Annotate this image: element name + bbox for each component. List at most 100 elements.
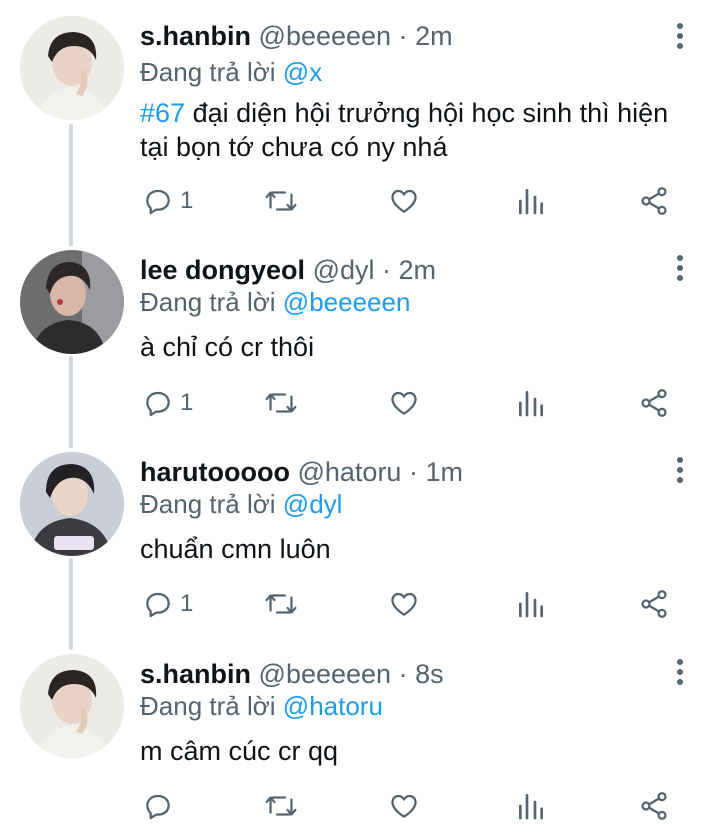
reply-item[interactable]: s.hanbin @beeeeen · 2m Đang trả lời @x #… (0, 0, 720, 240)
reply-count: 1 (180, 187, 194, 214)
replying-to-label: Đang trả lời (140, 287, 276, 317)
timestamp[interactable]: · 1m (409, 457, 463, 487)
share-icon (641, 389, 667, 417)
replying-to: Đang trả lời @beeeeen (140, 284, 410, 320)
reply-text: #67 đại diện hội trưởng hội học sinh thì… (140, 96, 700, 164)
mention-link[interactable]: @beeeeen (283, 287, 411, 317)
avatar[interactable] (20, 452, 124, 556)
more-options-icon[interactable] (668, 250, 692, 286)
like-button[interactable] (388, 584, 420, 624)
reply-text-content: à chỉ có cr thôi (140, 332, 315, 362)
hashtag-link[interactable]: #67 (140, 98, 185, 128)
reply-text: m câm cúc cr qq (140, 734, 700, 768)
replying-to-label: Đang trả lời (140, 57, 276, 87)
reply-text: chuẩn cmn luôn (140, 532, 700, 566)
analytics-button[interactable] (516, 181, 546, 221)
reply-header: harutooooo @hatoru · 1m (140, 454, 660, 490)
timestamp[interactable]: · 8s (399, 659, 444, 689)
heart-icon (391, 592, 417, 616)
avatar-photo-icon (20, 654, 124, 758)
like-button[interactable] (388, 383, 420, 423)
reply-item[interactable]: lee dongyeol @dyl · 2m Đang trả lời @bee… (0, 246, 720, 450)
reply-icon (146, 189, 170, 215)
analytics-button[interactable] (516, 584, 546, 624)
analytics-icon (519, 189, 544, 215)
like-button[interactable] (388, 181, 420, 221)
retweet-icon (265, 191, 297, 211)
replying-to: Đang trả lời @x (140, 54, 322, 90)
avatar[interactable] (20, 654, 124, 758)
share-icon (641, 792, 667, 820)
analytics-icon (519, 391, 544, 417)
author-handle[interactable]: @dyl (313, 255, 375, 285)
timestamp[interactable]: · 2m (382, 255, 436, 285)
mention-link[interactable]: @hatoru (283, 691, 383, 721)
author-handle[interactable]: @beeeeen (259, 659, 392, 689)
author-handle[interactable]: @beeeeen (259, 21, 392, 51)
retweet-icon (265, 594, 297, 614)
replying-to-label: Đang trả lời (140, 691, 276, 721)
analytics-icon (519, 592, 544, 618)
retweet-button[interactable] (264, 584, 298, 624)
more-options-icon[interactable] (668, 654, 692, 690)
action-bar: 1 (140, 584, 700, 624)
share-button[interactable] (638, 181, 670, 221)
replying-to-label: Đang trả lời (140, 489, 276, 519)
action-bar: 1 (140, 383, 700, 423)
timestamp[interactable]: · 2m (399, 21, 453, 51)
analytics-icon (519, 794, 544, 820)
reply-icon (146, 592, 170, 618)
author-name[interactable]: lee dongyeol (140, 255, 305, 285)
share-button[interactable] (638, 383, 670, 423)
mention-link[interactable]: @x (283, 57, 322, 87)
reply-text-content: m câm cúc cr qq (140, 736, 339, 766)
avatar-photo-icon (20, 452, 124, 556)
reply-icon (146, 794, 170, 820)
replying-to: Đang trả lời @hatoru (140, 688, 383, 724)
like-button[interactable] (388, 786, 420, 826)
reply-header: s.hanbin @beeeeen · 8s (140, 656, 660, 692)
heart-icon (391, 189, 417, 213)
author-name[interactable]: harutooooo (140, 457, 290, 487)
share-button[interactable] (638, 584, 670, 624)
reply-button[interactable]: 1 (142, 383, 193, 423)
reply-thread: s.hanbin @beeeeen · 2m Đang trả lời @x #… (0, 0, 720, 839)
more-options-icon[interactable] (668, 18, 692, 54)
reply-header: s.hanbin @beeeeen · 2m (140, 18, 660, 54)
reply-text-content: chuẩn cmn luôn (140, 534, 331, 564)
retweet-button[interactable] (264, 181, 298, 221)
reply-button[interactable] (142, 786, 180, 826)
avatar[interactable] (20, 250, 124, 354)
reply-icon (146, 391, 170, 417)
more-options-icon[interactable] (668, 452, 692, 488)
action-bar (140, 786, 700, 826)
reply-button[interactable]: 1 (142, 181, 193, 221)
replying-to: Đang trả lời @dyl (140, 486, 342, 522)
author-name[interactable]: s.hanbin (140, 659, 251, 689)
reply-count: 1 (180, 389, 194, 416)
reply-button[interactable]: 1 (142, 584, 193, 624)
avatar-photo-icon (20, 250, 124, 354)
retweet-icon (265, 796, 297, 816)
action-bar: 1 (140, 181, 700, 221)
reply-text-content: đại diện hội trưởng hội học sinh thì hiệ… (140, 98, 669, 162)
author-handle[interactable]: @hatoru (297, 457, 401, 487)
share-icon (641, 590, 667, 618)
avatar[interactable] (20, 16, 124, 120)
author-name[interactable]: s.hanbin (140, 21, 251, 51)
share-icon (641, 187, 667, 215)
reply-header: lee dongyeol @dyl · 2m (140, 252, 660, 288)
analytics-button[interactable] (516, 786, 546, 826)
reply-item[interactable]: harutooooo @hatoru · 1m Đang trả lời @dy… (0, 448, 720, 652)
retweet-button[interactable] (264, 383, 298, 423)
heart-icon (391, 794, 417, 818)
reply-item[interactable]: s.hanbin @beeeeen · 8s Đang trả lời @hat… (0, 650, 720, 839)
retweet-button[interactable] (264, 786, 298, 826)
heart-icon (391, 391, 417, 415)
reply-text: à chỉ có cr thôi (140, 330, 700, 364)
analytics-button[interactable] (516, 383, 546, 423)
share-button[interactable] (638, 786, 670, 826)
mention-link[interactable]: @dyl (283, 489, 343, 519)
retweet-icon (265, 393, 297, 413)
reply-count: 1 (180, 590, 194, 617)
